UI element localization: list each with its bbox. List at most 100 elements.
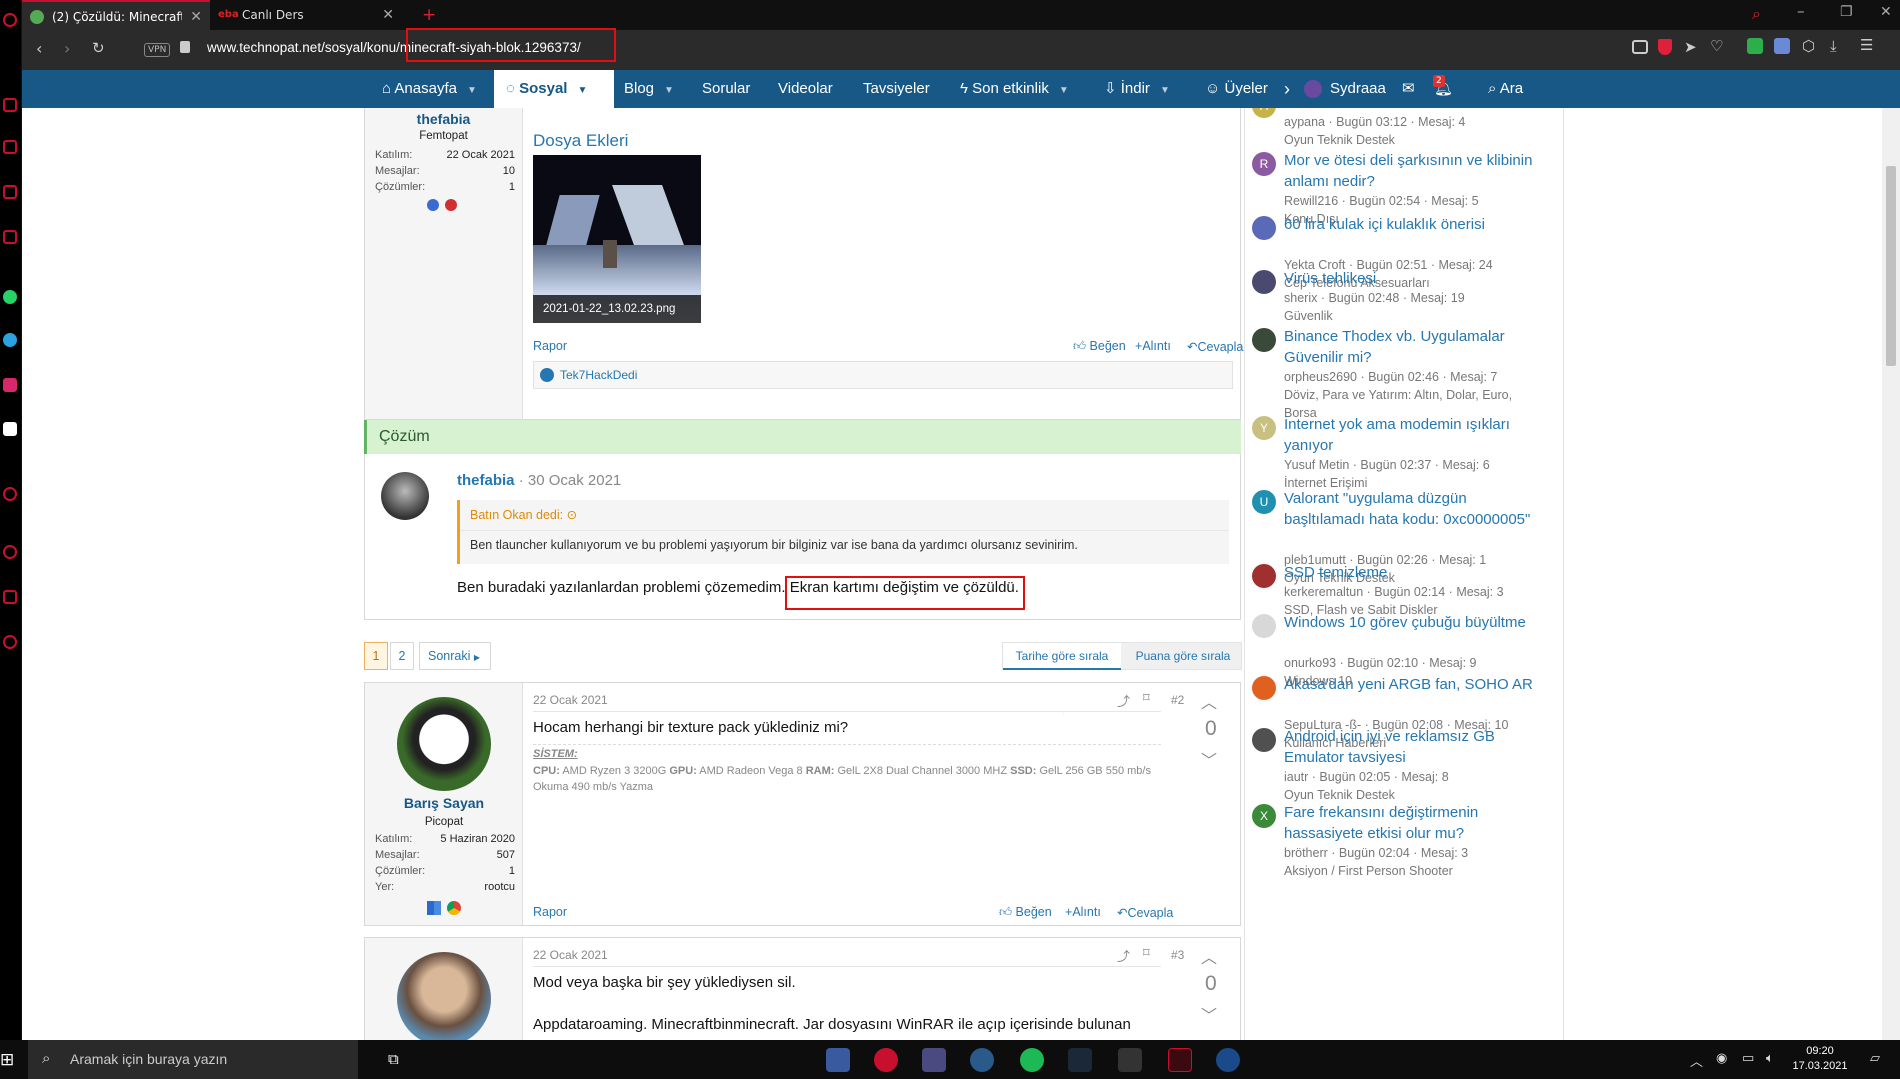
report-link[interactable]: Rapor	[533, 339, 567, 353]
steam-icon[interactable]	[1068, 1048, 1092, 1072]
volume-icon[interactable]: 🔈︎	[1766, 1051, 1774, 1066]
thread-meta[interactable]: Döviz, Para ve Yatırım: Altın, Dolar, Eu…	[1284, 386, 1512, 404]
sidebar-box-icon[interactable]	[3, 590, 17, 604]
like-button[interactable]: 👍︎ Beğen	[999, 905, 1052, 920]
username[interactable]: thefabia	[457, 472, 515, 489]
avatar[interactable]	[1252, 270, 1276, 294]
post-date[interactable]: 22 Ocak 2021	[533, 948, 608, 962]
username[interactable]: Barış Sayan	[365, 795, 523, 811]
bookmark-icon[interactable]: ⌑	[1143, 946, 1150, 961]
extension-chat-icon[interactable]	[1774, 38, 1790, 54]
chevron-down-icon[interactable]: ▼	[1059, 72, 1069, 110]
nav-scroll-right-icon[interactable]: ›	[1284, 70, 1290, 108]
extension-shield-icon[interactable]	[1747, 38, 1763, 54]
thread-title[interactable]: Android için iyi ve reklamsız GB Emulato…	[1284, 726, 1534, 768]
sort-by-date-tab[interactable]: Tarihe göre sırala	[1003, 643, 1121, 670]
new-tab-button[interactable]: +	[422, 5, 436, 25]
vpn-badge[interactable]: VPN	[144, 43, 171, 57]
maximize-button[interactable]: ❐	[1840, 4, 1853, 20]
thread-meta[interactable]: Aksiyon / First Person Shooter	[1284, 862, 1453, 880]
adblock-icon[interactable]	[1658, 39, 1672, 55]
windows-start-icon[interactable]: ⊞	[0, 1050, 14, 1070]
quote-author[interactable]: Batın Okan dedi: ⊙	[470, 507, 577, 522]
thread-meta[interactable]: Oyun Teknik Destek	[1284, 131, 1395, 149]
thread-title[interactable]: İnternet yok ama modemin ışıkları yanıyo…	[1284, 414, 1534, 456]
downvote-icon[interactable]: ﹀	[1201, 1002, 1217, 1026]
reload-button[interactable]: ↻	[92, 39, 105, 57]
thread-meta[interactable]: onurko93 · Bugün 02:10 · Mesaj: 9	[1284, 654, 1476, 672]
nav-son-etkinlik[interactable]: ϟ Son etkinlik ▼	[960, 70, 1069, 108]
nav-sorular[interactable]: Sorular	[702, 70, 750, 108]
sidebar-messenger-icon[interactable]	[3, 98, 17, 112]
notification-center-icon[interactable]: ▱	[1870, 1051, 1880, 1066]
send-icon[interactable]: ➤	[1684, 38, 1697, 56]
liked-by[interactable]: Tek7HackDedi	[560, 368, 637, 382]
opera-taskbar-icon[interactable]	[874, 1048, 898, 1072]
sort-by-score-tab[interactable]: Puana göre sırala	[1125, 643, 1241, 670]
chevron-down-icon[interactable]: ▼	[577, 72, 587, 110]
thread-title[interactable]: Akasa'dan yeni ARGB fan, SOHO AR	[1284, 674, 1534, 695]
bookmark-icon[interactable]: ⌑	[1143, 691, 1150, 706]
search-tabs-icon[interactable]: ⌕	[1752, 4, 1761, 24]
avatar[interactable]	[397, 952, 491, 1040]
avatar[interactable]	[1252, 216, 1276, 240]
post-number[interactable]: #3	[1171, 948, 1184, 962]
chevron-down-icon[interactable]: ▼	[467, 72, 477, 110]
nav-uyeler[interactable]: ☺ Üyeler	[1205, 70, 1285, 108]
upvote-icon[interactable]: ︿	[1201, 689, 1217, 713]
heart-icon[interactable]: ♡	[1710, 37, 1723, 55]
close-window-button[interactable]: ✕	[1880, 4, 1892, 20]
nav-tavsiyeler[interactable]: Tavsiyeler	[863, 70, 930, 108]
avatar[interactable]	[1252, 728, 1276, 752]
thread-meta[interactable]: sherix · Bugün 02:48 · Mesaj: 19	[1284, 289, 1465, 307]
taskbar-search[interactable]: ⌕ Aramak için buraya yazın	[28, 1040, 358, 1079]
avatar[interactable]	[381, 472, 429, 520]
nav-sosyal[interactable]: ◌ Sosyal ▼	[494, 70, 614, 108]
inbox-icon[interactable]: ✉	[1402, 70, 1415, 108]
opera-logo-icon[interactable]	[3, 13, 17, 27]
thread-title[interactable]: Fare frekansını değiştirmenin hassasiyet…	[1284, 802, 1534, 844]
page-1-button[interactable]: 1	[364, 642, 388, 670]
avatar[interactable]	[1252, 614, 1276, 638]
sidebar-twitch-icon[interactable]	[3, 230, 17, 244]
thread-title[interactable]: Valorant "uygulama düzgün başltılamadı h…	[1284, 488, 1534, 530]
attachment-thumbnail[interactable]: 2021-01-22_13.02.23.png	[533, 155, 701, 323]
quote-button[interactable]: +Alıntı	[1135, 339, 1171, 353]
avatar[interactable]	[1252, 676, 1276, 700]
report-link[interactable]: Rapor	[533, 905, 567, 919]
scrollbar[interactable]	[1882, 108, 1900, 1040]
avatar[interactable]: X	[1252, 804, 1276, 828]
discord-tray-icon[interactable]: ◉	[1716, 1051, 1727, 1066]
network-icon[interactable]: ▭	[1742, 1051, 1754, 1066]
telegram-icon[interactable]	[3, 333, 17, 347]
whatsapp-icon[interactable]	[3, 290, 17, 304]
taskbar-app-icon[interactable]	[970, 1048, 994, 1072]
taskbar-app-icon[interactable]	[1168, 1048, 1192, 1072]
sidebar-clock-icon[interactable]	[3, 545, 17, 559]
post-date[interactable]: · 30 Ocak 2021	[519, 472, 622, 489]
nav-indir[interactable]: ⇩ İndir ▼	[1104, 70, 1170, 108]
user-menu[interactable]: Sydraaa	[1304, 70, 1386, 108]
thread-meta[interactable]: iautr · Bugün 02:05 · Mesaj: 8	[1284, 768, 1449, 786]
easy-setup-icon[interactable]: ☰	[1860, 36, 1873, 54]
next-page-button[interactable]: Sonraki ▶	[419, 642, 491, 670]
thread-title[interactable]: Binance Thodex vb. Uygulamalar Güvenilir…	[1284, 326, 1534, 368]
scrollbar-thumb[interactable]	[1886, 166, 1896, 366]
avatar[interactable]	[1252, 328, 1276, 352]
reply-button[interactable]: ↶Cevapla	[1117, 905, 1173, 920]
epic-games-icon[interactable]	[1118, 1048, 1142, 1072]
close-tab-icon[interactable]: ✕	[190, 2, 202, 32]
eba-taskbar-icon[interactable]	[1216, 1048, 1240, 1072]
nav-blog[interactable]: Blog ▼	[624, 70, 674, 108]
tray-chevron-icon[interactable]: ︿	[1690, 1051, 1703, 1070]
upvote-icon[interactable]: ︿	[1201, 944, 1217, 968]
vk-icon[interactable]	[3, 422, 17, 436]
thread-title[interactable]: Windows 10 görev çubuğu büyültme	[1284, 612, 1534, 633]
thread-title[interactable]: 60 lira kulak içi kulaklık önerisi	[1284, 214, 1534, 235]
quote-button[interactable]: +Alıntı	[1065, 905, 1101, 919]
sidebar-history-icon[interactable]	[3, 185, 17, 199]
cube-icon[interactable]: ⬡	[1802, 37, 1815, 55]
nav-videolar[interactable]: Videolar	[778, 70, 833, 108]
thread-meta[interactable]: aypana · Bugün 03:12 · Mesaj: 4	[1284, 113, 1465, 131]
post-number[interactable]: #2	[1171, 693, 1184, 707]
